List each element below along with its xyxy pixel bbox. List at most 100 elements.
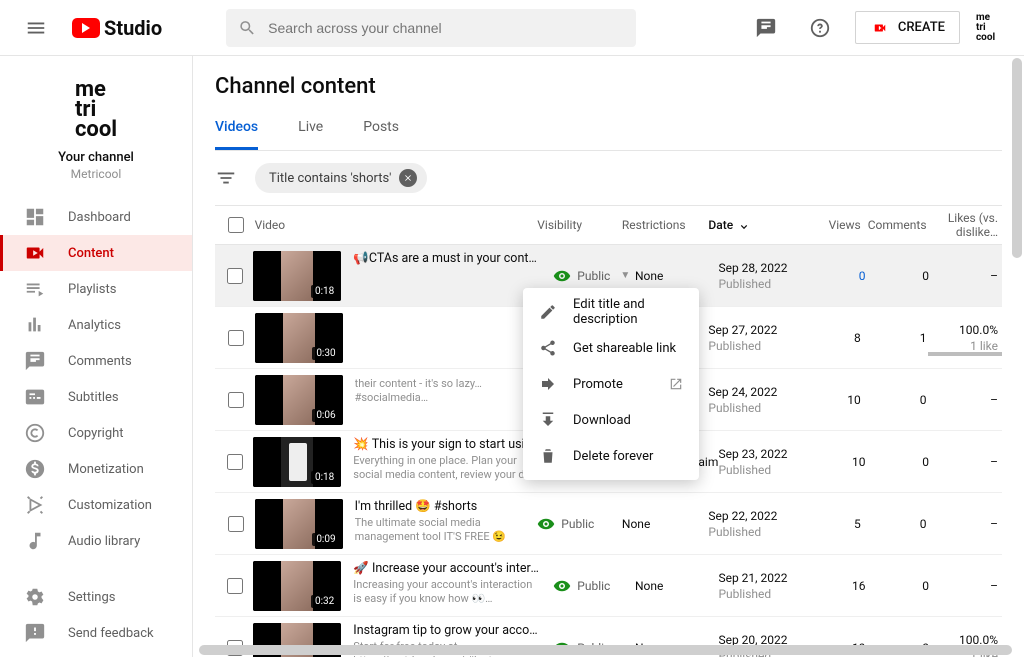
content-icon xyxy=(24,242,46,264)
sidebar-item-label: Monetization xyxy=(68,462,144,477)
col-header-video[interactable]: Video xyxy=(255,218,538,232)
menu-item-label: Edit title and description xyxy=(573,297,683,327)
visibility-cell[interactable]: Public xyxy=(537,515,622,533)
sidebar-item-monetization[interactable]: Monetization xyxy=(0,451,192,487)
video-thumbnail[interactable]: 0:06 xyxy=(255,375,343,425)
channel-block[interactable]: me tri cool Your channel Metricool xyxy=(0,70,192,199)
video-title[interactable]: 📢CTAs are a must in your content! #… xyxy=(353,251,543,266)
video-thumbnail[interactable]: 0:32 xyxy=(253,561,341,611)
restrictions-cell: None xyxy=(635,269,719,283)
close-icon xyxy=(403,173,413,183)
video-title[interactable]: 🚀 Increase your account's interaction … xyxy=(353,561,543,576)
col-header-restrictions[interactable]: Restrictions xyxy=(622,218,709,232)
search-input[interactable] xyxy=(268,20,624,36)
chat-support-button[interactable] xyxy=(747,9,785,47)
hamburger-menu-button[interactable] xyxy=(16,8,56,48)
filter-chip-remove[interactable] xyxy=(399,169,417,187)
menu-item-edit-title-and-description[interactable]: Edit title and description xyxy=(523,294,699,330)
sidebar-item-label: Comments xyxy=(68,354,132,369)
video-duration: 0:18 xyxy=(311,471,338,484)
account-avatar[interactable]: me tri cool xyxy=(976,13,1008,43)
video-description: their content - it's so lazy… #socialmed… xyxy=(355,377,528,405)
sidebar-item-subtitles[interactable]: Subtitles xyxy=(0,379,192,415)
row-checkbox[interactable] xyxy=(227,268,243,284)
help-icon xyxy=(809,17,831,39)
public-icon xyxy=(553,577,571,595)
sidebar-item-label: Playlists xyxy=(68,282,116,297)
likes-cell: 100.0%1 like xyxy=(927,323,1002,353)
row-checkbox[interactable] xyxy=(227,578,243,594)
views-cell: 10 xyxy=(816,455,865,469)
likes-cell: – xyxy=(927,393,1002,407)
create-button[interactable]: CREATE xyxy=(855,11,960,44)
date-cell: Sep 21, 2022Published xyxy=(718,571,816,601)
sidebar-item-analytics[interactable]: Analytics xyxy=(0,307,192,343)
col-header-comments[interactable]: Comments xyxy=(861,218,927,232)
vertical-scrollbar[interactable] xyxy=(1012,58,1022,258)
sidebar-item-content[interactable]: Content xyxy=(0,235,192,271)
likes-cell: – xyxy=(927,517,1002,531)
date-cell: Sep 28, 2022Published xyxy=(718,261,816,291)
col-header-visibility[interactable]: Visibility xyxy=(537,218,622,232)
video-description: Everything in one place. Plan your socia… xyxy=(353,454,543,482)
views-cell: 16 xyxy=(816,579,865,593)
col-header-views[interactable]: Views xyxy=(810,218,861,232)
help-button[interactable] xyxy=(801,9,839,47)
video-duration: 0:09 xyxy=(312,533,339,546)
sidebar-item-label: Copyright xyxy=(68,426,124,441)
menu-item-get-shareable-link[interactable]: Get shareable link xyxy=(523,330,699,366)
table-row[interactable]: 0:32 🚀 Increase your account's interactio… xyxy=(215,555,1002,617)
video-title[interactable]: Instagram tip to grow your account 🚀 … xyxy=(353,623,543,638)
views-cell: 8 xyxy=(810,331,861,345)
menu-item-promote[interactable]: Promote xyxy=(523,366,699,402)
menu-item-delete-forever[interactable]: Delete forever xyxy=(523,438,699,474)
sidebar-item-dashboard[interactable]: Dashboard xyxy=(0,199,192,235)
chat-icon xyxy=(755,17,777,39)
sidebar-item-playlists[interactable]: Playlists xyxy=(0,271,192,307)
views-cell[interactable]: 0 xyxy=(816,269,865,283)
video-thumbnail[interactable]: 0:18 xyxy=(253,251,341,301)
visibility-cell[interactable]: Public xyxy=(553,577,635,595)
likes-cell: – xyxy=(929,269,1002,283)
copyright-icon xyxy=(24,422,46,444)
customization-icon xyxy=(24,494,46,516)
row-checkbox[interactable] xyxy=(228,392,244,408)
col-header-date[interactable]: Date xyxy=(708,218,810,232)
sidebar-item-comments[interactable]: Comments xyxy=(0,343,192,379)
audio-library-icon xyxy=(24,530,46,552)
mini-scrollbar[interactable] xyxy=(928,352,1002,356)
visibility-cell[interactable]: Public▼ xyxy=(553,267,635,285)
arrow-down-icon xyxy=(737,218,751,232)
table-row[interactable]: 0:09I'm thrilled 🤩 #shortsThe ultimate s… xyxy=(215,493,1002,555)
video-title[interactable]: I'm thrilled 🤩 #shorts xyxy=(355,499,528,514)
sidebar-item-copyright[interactable]: Copyright xyxy=(0,415,192,451)
sidebar-item-settings[interactable]: Settings xyxy=(0,579,192,615)
your-channel-label: Your channel xyxy=(0,150,192,165)
filter-icon[interactable] xyxy=(215,167,237,189)
sidebar-item-audio-library[interactable]: Audio library xyxy=(0,523,192,559)
settings-icon xyxy=(24,586,46,608)
menu-item-download[interactable]: Download xyxy=(523,402,699,438)
video-thumbnail[interactable]: 0:30 xyxy=(255,313,343,363)
tab-posts[interactable]: Posts xyxy=(363,119,399,150)
filter-chip[interactable]: Title contains 'shorts' xyxy=(255,163,427,193)
menu-item-icon xyxy=(539,303,557,321)
row-checkbox[interactable] xyxy=(228,516,244,532)
video-thumbnail[interactable]: 0:18 xyxy=(253,437,341,487)
row-checkbox[interactable] xyxy=(227,454,243,470)
sidebar-item-customization[interactable]: Customization xyxy=(0,487,192,523)
sidebar-item-label: Analytics xyxy=(68,318,121,333)
row-checkbox[interactable] xyxy=(228,330,244,346)
col-header-likes[interactable]: Likes (vs. dislike… xyxy=(927,211,1002,239)
video-title[interactable]: 💥 This is your sign to start using Metr… xyxy=(353,437,543,452)
tab-videos[interactable]: Videos xyxy=(215,119,258,150)
tab-live[interactable]: Live xyxy=(298,119,323,150)
comments-cell: 0 xyxy=(865,455,929,469)
youtube-studio-logo[interactable]: Studio xyxy=(72,16,162,40)
search-bar[interactable] xyxy=(226,9,636,47)
video-thumbnail[interactable]: 0:09 xyxy=(255,499,343,549)
likes-cell: – xyxy=(929,579,1002,593)
horizontal-scrollbar[interactable] xyxy=(199,645,1012,655)
select-all-checkbox[interactable] xyxy=(228,217,244,233)
sidebar-item-send-feedback[interactable]: Send feedback xyxy=(0,615,192,651)
